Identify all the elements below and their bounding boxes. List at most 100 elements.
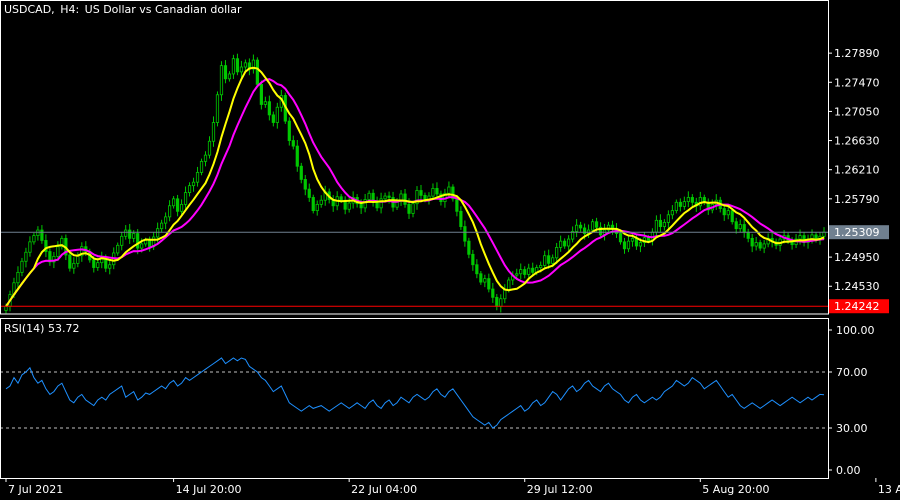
- candle-body: [646, 237, 651, 241]
- candle-body: [403, 193, 407, 205]
- candle-body: [503, 289, 507, 300]
- candle-body: [156, 228, 160, 238]
- candle-body: [203, 154, 208, 162]
- candle-body: [4, 305, 8, 311]
- candle-body: [235, 58, 240, 73]
- candle-body: [762, 243, 766, 249]
- rsi-value: 53.72: [47, 322, 80, 335]
- candle-body: [28, 241, 32, 253]
- candle-body: [742, 224, 746, 233]
- candle-body: [383, 195, 387, 200]
- candle-body: [463, 226, 467, 242]
- price-tick-label: 1.26630: [834, 135, 880, 148]
- candle-body: [319, 199, 323, 205]
- candle-body: [275, 106, 279, 123]
- candle-body: [551, 257, 555, 264]
- time-tick-label: 22 Jul 04:00: [351, 483, 417, 496]
- support-price-label: 1.24242: [834, 300, 880, 313]
- rsi-tick-label: 30.00: [836, 422, 868, 435]
- candle-body: [455, 198, 459, 212]
- candle-body: [160, 222, 164, 230]
- candle-body: [567, 238, 571, 247]
- candle-body: [519, 269, 523, 275]
- candle-body: [491, 288, 495, 298]
- candle-body: [527, 267, 531, 275]
- price-tick-label: 1.27050: [834, 105, 880, 118]
- price-tick-label: 1.26210: [834, 164, 880, 177]
- candle-body: [379, 198, 383, 209]
- candle-body: [658, 219, 663, 227]
- candle-body: [447, 186, 451, 194]
- candle-body: [670, 210, 674, 216]
- candle-body: [231, 58, 236, 75]
- candle-body: [363, 199, 367, 209]
- candle-body: [507, 279, 511, 291]
- candle-body: [555, 246, 559, 259]
- candle-body: [291, 140, 295, 147]
- chart-background: [0, 0, 900, 500]
- candle-body: [754, 242, 758, 247]
- candle-body: [299, 165, 303, 180]
- candle-body: [211, 122, 216, 142]
- candle-body: [467, 240, 471, 255]
- candle-body: [634, 237, 639, 247]
- candle-body: [195, 172, 200, 183]
- candle-body: [315, 203, 319, 212]
- price-tick-label: 1.25790: [834, 193, 880, 206]
- candle-body: [499, 298, 503, 307]
- candle-body: [347, 202, 351, 210]
- time-tick-label: 13 Aug 04:00: [878, 483, 900, 496]
- candle-body: [259, 83, 263, 105]
- candle-body: [287, 120, 291, 141]
- rsi-tick-label: 0.00: [836, 464, 861, 477]
- candle-body: [459, 210, 463, 227]
- time-tick-label: 29 Jul 12:00: [527, 483, 593, 496]
- candle-body: [523, 269, 527, 275]
- candle-body: [339, 196, 343, 201]
- time-tick-label: 5 Aug 20:00: [702, 483, 769, 496]
- candle-body: [822, 231, 826, 237]
- candle-body: [223, 65, 228, 80]
- candle-body: [227, 73, 232, 80]
- candle-body: [654, 219, 659, 233]
- bid-price-label: 1.25309: [834, 226, 880, 239]
- candle-body: [479, 273, 483, 283]
- candle-body: [758, 242, 762, 249]
- candle-body: [239, 66, 244, 73]
- candle-body: [215, 94, 220, 123]
- candle-body: [563, 240, 567, 247]
- candle-body: [36, 229, 40, 237]
- candle-body: [531, 267, 535, 273]
- price-tick-label: 1.24530: [834, 280, 880, 293]
- candle-body: [167, 205, 172, 218]
- candle-body: [423, 194, 427, 200]
- candle-body: [128, 229, 132, 239]
- candle-body: [487, 278, 491, 290]
- candle-body: [798, 235, 802, 240]
- candle-body: [690, 197, 694, 203]
- candle-body: [124, 229, 128, 237]
- candle-body: [164, 216, 168, 224]
- candle-body: [199, 160, 204, 173]
- symbol-description: US Dollar vs Canadian dollar: [84, 3, 242, 16]
- candle-body: [638, 242, 643, 247]
- candle-body: [255, 59, 259, 85]
- candle-body: [622, 241, 627, 250]
- candle-body: [40, 229, 44, 241]
- candle-body: [187, 185, 192, 193]
- candle-body: [590, 221, 595, 231]
- candle-body: [559, 240, 563, 248]
- price-tick-label: 1.24950: [834, 251, 880, 264]
- candle-body: [678, 201, 682, 207]
- candle-body: [575, 224, 579, 232]
- candle-body: [120, 235, 124, 246]
- rsi-name: RSI(14): [4, 322, 45, 335]
- candle-body: [219, 65, 224, 96]
- candle-body: [92, 259, 96, 268]
- candle-body: [483, 278, 487, 283]
- candle-body: [136, 233, 140, 249]
- candle-body: [674, 201, 678, 212]
- candle-body: [116, 244, 120, 254]
- candle-body: [738, 224, 742, 230]
- rsi-tick-label: 70.00: [836, 366, 868, 379]
